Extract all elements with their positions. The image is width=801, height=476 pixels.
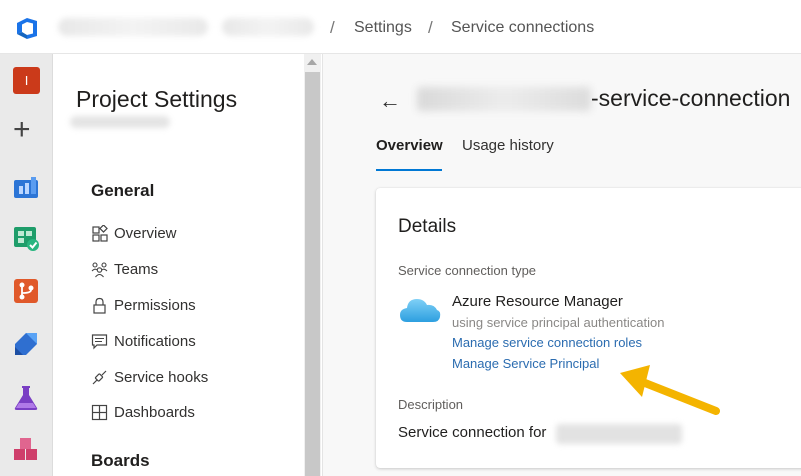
nav-item-teams[interactable]: Teams [91, 258, 158, 280]
general-heading: General [91, 181, 155, 200]
manage-service-connection-roles-link[interactable]: Manage service connection roles [452, 335, 642, 350]
service-hooks-icon [92, 370, 107, 384]
project-settings-title: Project Settings [76, 86, 238, 112]
nav-item-label: Overview [114, 224, 177, 242]
nav-item-label: Permissions [114, 296, 196, 314]
nav-item-label: Dashboards [114, 403, 195, 421]
tab-usage-history[interactable]: Usage history [462, 137, 554, 154]
breadcrumb-project-redacted[interactable] [222, 18, 314, 36]
boards-icon[interactable] [12, 224, 40, 252]
breadcrumb-separator: / [428, 18, 433, 37]
service-auth-description: using service principal authentication [452, 315, 665, 330]
scroll-thumb[interactable] [305, 72, 320, 476]
description-redacted [556, 424, 682, 444]
settings-scrollbar[interactable] [304, 54, 321, 476]
page-title: -service-connection [591, 85, 791, 111]
boards-heading: Boards [91, 451, 150, 470]
nav-item-notifications[interactable]: Notifications [91, 330, 196, 352]
description-text: Service connection for [398, 424, 547, 441]
new-project-plus-icon[interactable]: + [13, 115, 31, 145]
nav-item-label: Service hooks [114, 368, 209, 386]
dashboards-icon [91, 404, 108, 420]
details-title: Details [398, 216, 457, 237]
nav-item-service-hooks[interactable]: Service hooks [91, 366, 208, 388]
breadcrumb-organization-redacted[interactable] [58, 18, 208, 36]
notifications-icon [91, 333, 108, 349]
overview-icon [92, 224, 108, 242]
teams-icon [91, 261, 108, 277]
description-label: Description [398, 397, 464, 412]
active-tab-indicator [376, 169, 442, 171]
service-connection-type-label: Service connection type [398, 263, 537, 278]
main-content: ← -service-connection Overview Usage his… [322, 54, 801, 476]
breadcrumb-separator: / [330, 18, 335, 37]
nav-item-permissions[interactable]: Permissions [91, 294, 196, 316]
tab-overview[interactable]: Overview [376, 137, 443, 154]
pipelines-icon[interactable] [12, 330, 40, 358]
connection-name-redacted [417, 87, 591, 111]
nav-item-overview[interactable]: Overview [91, 222, 177, 244]
manage-service-principal-link[interactable]: Manage Service Principal [452, 356, 599, 371]
nav-item-label: Teams [114, 260, 159, 278]
project-name-redacted [70, 116, 170, 128]
nav-item-dashboards[interactable]: Dashboards [91, 401, 195, 423]
details-card: Details Service connection type Azure Re… [376, 188, 801, 468]
lock-icon [93, 297, 106, 314]
artifacts-icon[interactable] [12, 437, 40, 465]
breadcrumb-service-connections[interactable]: Service connections [451, 19, 594, 37]
repos-icon[interactable] [12, 277, 40, 305]
overview-icon[interactable] [12, 172, 40, 200]
back-arrow-icon[interactable]: ← [379, 88, 401, 114]
azure-devops-logo[interactable] [14, 15, 40, 41]
nav-item-label: Notifications [114, 332, 196, 350]
service-type-name: Azure Resource Manager [452, 293, 623, 310]
breadcrumb-settings[interactable]: Settings [354, 19, 412, 37]
top-bar: / Settings / Service connections [0, 0, 801, 54]
project-settings-panel: Project Settings General Overview Teams … [54, 54, 304, 476]
scroll-up-arrow-icon[interactable] [307, 59, 317, 65]
project-avatar[interactable]: I [13, 67, 40, 94]
azure-cloud-icon [400, 299, 441, 322]
annotation-arrow-icon [620, 365, 720, 415]
left-rail: I + [0, 54, 53, 476]
test-plans-icon[interactable] [12, 384, 40, 412]
